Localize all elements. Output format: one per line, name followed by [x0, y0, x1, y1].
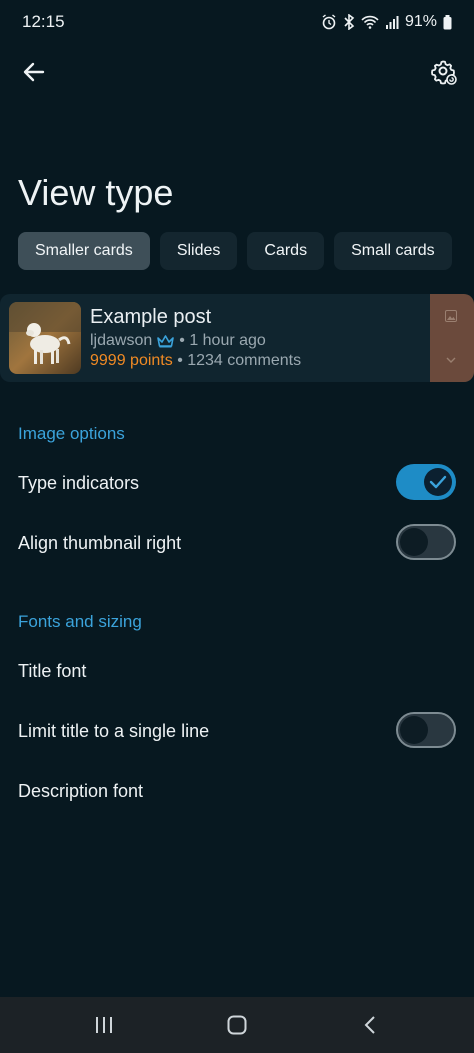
home-button[interactable]: [222, 1013, 252, 1037]
post-comments: • 1234 comments: [177, 352, 302, 369]
home-icon: [227, 1015, 247, 1035]
signal-icon: [385, 16, 399, 29]
type-indicators-toggle[interactable]: [396, 464, 456, 500]
system-nav-bar: [0, 997, 474, 1053]
chip-slides[interactable]: Slides: [159, 232, 238, 270]
status-time: 12:15: [22, 12, 65, 31]
back-button[interactable]: [18, 56, 50, 88]
battery-icon: [443, 14, 452, 29]
section-header-image-options: Image options: [18, 424, 125, 443]
post-points: 9999 points: [90, 352, 173, 369]
post-action-strip[interactable]: [430, 294, 474, 382]
system-back-button[interactable]: [355, 1013, 385, 1037]
post-stats: 9999 points • 1234 comments: [90, 352, 301, 370]
status-icons: 91%: [321, 13, 452, 31]
recent-apps-button[interactable]: [89, 1013, 119, 1037]
description-font-setting[interactable]: Description font: [18, 781, 143, 802]
crown-icon: [157, 334, 175, 347]
chip-cards[interactable]: Cards: [247, 232, 325, 270]
align-thumbnail-toggle[interactable]: [396, 524, 456, 560]
back-arrow-icon: [23, 62, 45, 82]
check-icon: [429, 475, 447, 489]
single-line-label: Limit title to a single line: [18, 721, 210, 741]
alarm-icon: [322, 14, 336, 30]
post-time: • 1 hour ago: [179, 332, 266, 349]
chevron-down-icon[interactable]: [445, 356, 457, 364]
toggle-knob: [400, 528, 428, 556]
toggle-knob: [424, 468, 452, 496]
post-title: Example post: [90, 306, 212, 328]
post-preview-card[interactable]: Example post ljdawson • 1 hour ago 9999 …: [0, 294, 474, 382]
align-thumbnail-label: Align thumbnail right: [18, 533, 182, 553]
type-indicators-label: Type indicators: [18, 473, 140, 493]
post-meta: ljdawson • 1 hour ago: [90, 332, 266, 350]
status-bar: 12:15 91%: [0, 0, 474, 44]
single-line-toggle[interactable]: [396, 712, 456, 748]
settings-button[interactable]: [428, 56, 460, 88]
post-thumbnail: [9, 302, 81, 374]
top-app-bar: [0, 50, 474, 94]
page-title: View type: [18, 172, 174, 213]
section-header-fonts: Fonts and sizing: [18, 612, 142, 631]
title-font-setting[interactable]: Title font: [18, 661, 86, 682]
battery-percent: 91%: [404, 13, 437, 30]
wifi-icon: [361, 15, 379, 29]
chevron-left-icon: [364, 1016, 375, 1034]
view-type-chips: Smaller cards Slides Cards Small cards: [18, 232, 452, 270]
toggle-knob: [400, 716, 428, 744]
bluetooth-icon: [344, 14, 355, 30]
recents-icon: [96, 1017, 112, 1033]
gear-icon: [431, 60, 457, 85]
chip-smaller-cards[interactable]: Smaller cards: [18, 232, 150, 270]
image-type-icon: [445, 310, 457, 322]
chip-small-cards[interactable]: Small cards: [334, 232, 452, 270]
post-author[interactable]: ljdawson: [90, 332, 152, 350]
